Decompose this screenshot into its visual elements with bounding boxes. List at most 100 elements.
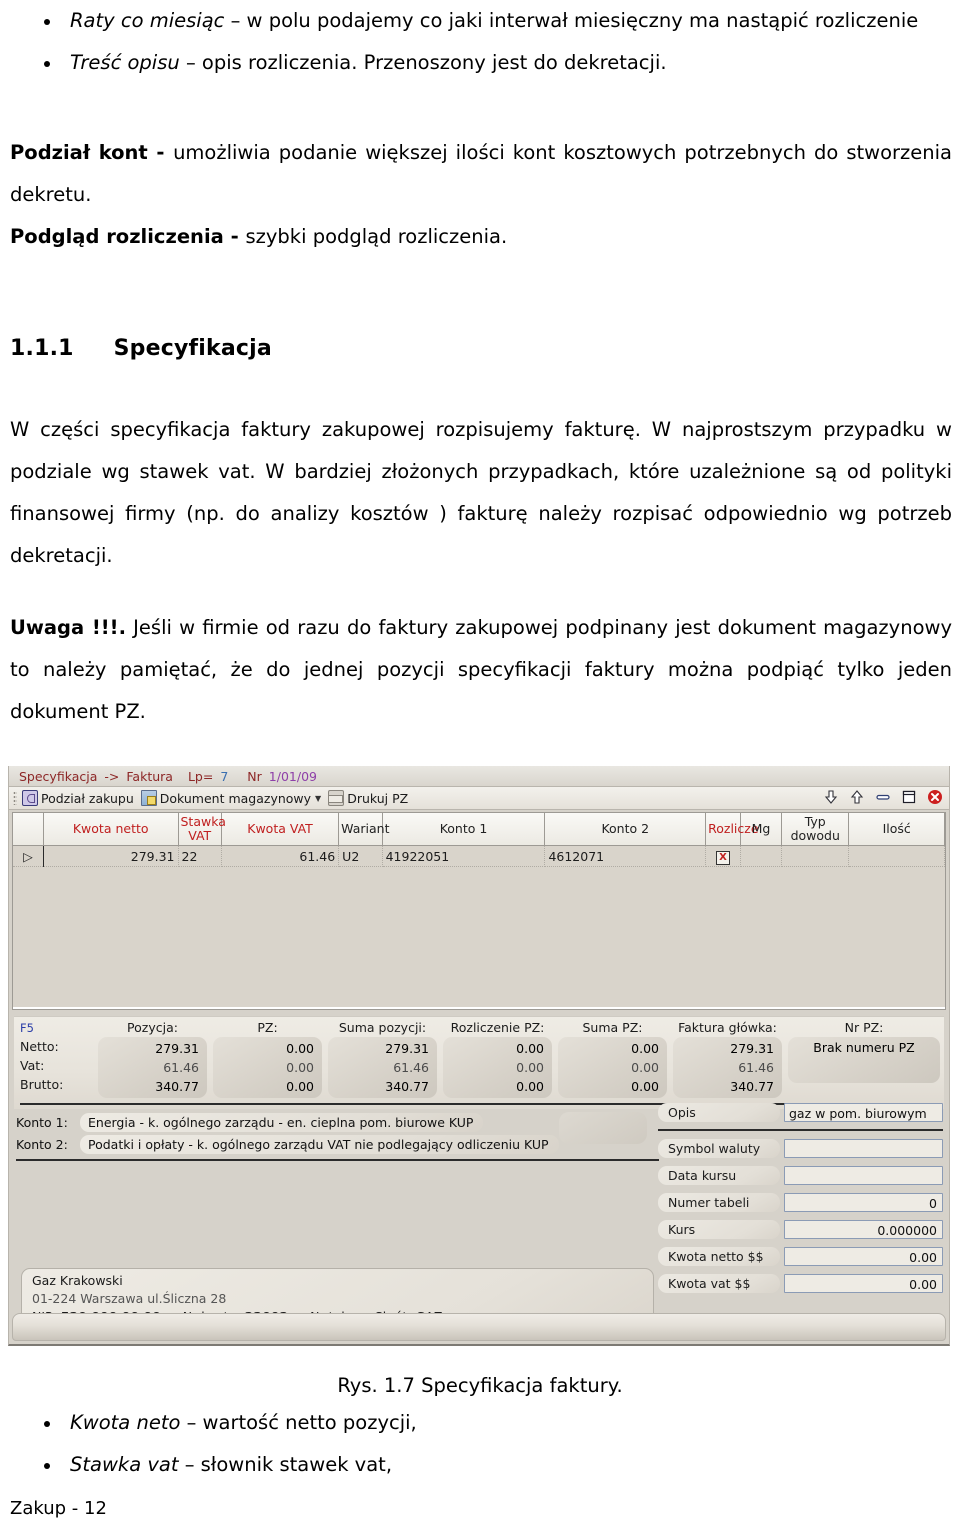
kwota-netto-waluta-input[interactable]: 0.00 <box>784 1247 943 1266</box>
cell-kwota-vat[interactable]: 61.46 <box>221 845 340 867</box>
totals-label-vat: Vat: <box>20 1058 45 1073</box>
paragraph-lead-in: Podgląd rozliczenia - <box>10 225 246 248</box>
field-label-data-kursu: Data kursu <box>658 1166 780 1185</box>
row-selector-arrow-icon[interactable]: ▷ <box>13 845 44 867</box>
print-icon <box>328 790 345 806</box>
field-symbol-waluty: Symbol waluty <box>658 1138 943 1159</box>
symbol-waluty-input[interactable] <box>784 1139 943 1158</box>
toolbar-button-label: Drukuj PZ <box>347 790 409 806</box>
totals-suma-pz-brutto: 0.00 <box>631 1079 659 1094</box>
grid-empty-area[interactable] <box>13 867 945 1007</box>
toolbar-button-dokument-magazynowy[interactable]: Dokument magazynowy ▼ <box>139 788 326 808</box>
totals-group-pozycja: 279.31 61.46 340.77 <box>98 1037 207 1098</box>
totals-header-nr-pz: Nr PZ: <box>844 1020 884 1035</box>
scroll-up-icon[interactable] <box>849 789 865 805</box>
figure-caption: Rys. 1.7 Specyfikacja faktury. <box>337 1374 623 1397</box>
cell-mg[interactable] <box>740 845 783 867</box>
toolbar-grip-handle[interactable] <box>13 791 17 805</box>
titlebar-lp-label: Lp= <box>187 768 214 784</box>
minimize-icon[interactable] <box>875 789 891 805</box>
totals-suma-pz-netto: 0.00 <box>631 1041 659 1056</box>
maximize-icon[interactable] <box>901 789 917 805</box>
column-header-kwota-netto[interactable]: Kwota netto <box>43 813 179 846</box>
section-title: Specyfikacja <box>113 336 272 361</box>
konta-side-button[interactable] <box>559 1112 647 1144</box>
totals-panel: F5 Pozycja: PZ: Suma pozycji: Rozliczeni… <box>14 1016 944 1109</box>
scroll-down-icon[interactable] <box>823 789 839 805</box>
opis-input[interactable]: gaz w pom. biurowym <box>784 1103 943 1122</box>
totals-pozycja-brutto: 340.77 <box>155 1079 199 1094</box>
chevron-down-icon[interactable]: ▼ <box>315 794 321 803</box>
konto-1-value[interactable]: Energia - k. ogólnego zarządu - en. ciep… <box>80 1112 484 1132</box>
column-header-konto-2[interactable]: Konto 2 <box>544 813 707 846</box>
totals-header-suma-pozycji: Suma pozycji: <box>338 1020 427 1035</box>
close-icon[interactable] <box>927 789 943 805</box>
titlebar-lp-value: 7 <box>220 768 229 784</box>
toolbar-button-podzial-zakupu[interactable]: Podział zakupu <box>20 788 139 808</box>
totals-label-netto: Netto: <box>20 1039 59 1054</box>
totals-group-faktura-glowka: 279.31 61.46 340.77 <box>673 1037 782 1098</box>
bottom-bullet-list: Kwota neto – wartość netto pozycji, Staw… <box>0 1402 960 1486</box>
document-body: Raty co miesiąc – w polu podajemy co jak… <box>0 0 960 733</box>
bullet-term: Raty co miesiąc <box>70 9 225 32</box>
paragraph-text: szybki podgląd rozliczenia. <box>245 225 508 248</box>
totals-rozliczenie-pz-vat: 0.00 <box>516 1060 544 1075</box>
konto-1-label: Konto 1: <box>16 1114 68 1130</box>
numer-tabeli-input[interactable]: 0 <box>784 1193 943 1212</box>
titlebar-nr-label: Nr <box>247 768 262 784</box>
cell-ilosc[interactable] <box>848 845 945 867</box>
totals-faktura-glowka-brutto: 340.77 <box>730 1079 774 1094</box>
column-header-kwota-vat[interactable]: Kwota VAT <box>221 813 340 846</box>
totals-group-pz: 0.00 0.00 0.00 <box>213 1037 322 1098</box>
field-label-kwota-vat-waluta: Kwota vat $$ <box>658 1274 780 1293</box>
cell-kwota-netto[interactable]: 279.31 <box>42 845 179 867</box>
totals-group-suma-pozycji: 279.31 61.46 340.77 <box>328 1037 437 1098</box>
list-item: Stawka vat – słownik stawek vat, <box>0 1444 960 1486</box>
fn-key-label: F5 <box>20 1021 34 1035</box>
titlebar-context: Faktura <box>126 768 173 784</box>
specification-grid[interactable]: Kwota netto Stawka VAT Kwota VAT Wariant… <box>12 812 946 1010</box>
field-label-kurs: Kurs <box>658 1220 780 1239</box>
field-opis: Opis gaz w pom. biurowym <box>658 1102 943 1123</box>
specification-table: Kwota netto Stawka VAT Kwota VAT Wariant… <box>13 813 945 867</box>
cell-stawka-vat[interactable]: 22 <box>178 845 222 867</box>
currency-fields-panel: Opis gaz w pom. biurowym Symbol waluty D… <box>658 1102 943 1300</box>
top-bullet-list: Raty co miesiąc – w polu podajemy co jak… <box>0 0 960 84</box>
kwota-vat-waluta-input[interactable]: 0.00 <box>784 1274 943 1293</box>
totals-pz-netto: 0.00 <box>286 1041 314 1056</box>
table-row[interactable]: ▷ 279.31 22 61.46 U2 41922051 4612071 X <box>13 845 945 867</box>
totals-suma-pz-vat: 0.00 <box>631 1060 659 1075</box>
paragraph-specyfikacja: W części specyfikacja faktury zakupowej … <box>10 418 952 567</box>
cell-konto-2[interactable]: 4612071 <box>544 845 707 867</box>
checkbox-checked-icon[interactable]: X <box>715 850 730 865</box>
vendor-name: Gaz Krakowski <box>32 1273 123 1288</box>
paragraph-lead-in: Uwaga !!!. <box>10 616 126 639</box>
column-header-wariant[interactable]: Wariant <box>338 813 390 846</box>
data-kursu-input[interactable] <box>784 1166 943 1185</box>
column-header-konto-1[interactable]: Konto 1 <box>382 813 546 846</box>
field-numer-tabeli: Numer tabeli 0 <box>658 1192 943 1213</box>
field-kwota-netto-waluta: Kwota netto $$ 0.00 <box>658 1246 943 1267</box>
cell-konto-1[interactable]: 41922051 <box>382 845 546 867</box>
field-label-kwota-netto-waluta: Kwota netto $$ <box>658 1247 780 1266</box>
kurs-input[interactable]: 0.000000 <box>784 1220 943 1239</box>
column-header-stawka-vat[interactable]: Stawka VAT <box>178 813 226 846</box>
toolbar-button-drukuj-pz[interactable]: Drukuj PZ <box>326 788 413 808</box>
column-header-ilosc[interactable]: Ilość <box>848 813 945 846</box>
totals-rozliczenie-pz-brutto: 0.00 <box>516 1079 544 1094</box>
cell-wariant[interactable]: U2 <box>338 845 383 867</box>
column-header-typ-dowodu[interactable]: Typ dowodu <box>781 813 850 846</box>
konto-2-value[interactable]: Podatki i opłaty - k. ogólnego zarządu V… <box>80 1134 559 1154</box>
section-heading: 1.1.1 Specyfikacja <box>0 336 960 361</box>
column-header-selector[interactable] <box>13 813 44 846</box>
paragraph-uwaga: Uwaga !!!. Jeśli w firmie od razu do fak… <box>0 607 960 733</box>
totals-pz-brutto: 0.00 <box>286 1079 314 1094</box>
cell-rozlicze[interactable]: X <box>705 845 741 867</box>
field-label-opis: Opis <box>658 1103 780 1122</box>
window-toolbar: Podział zakupu Dokument magazynowy ▼ Dru… <box>9 787 949 810</box>
field-label-numer-tabeli: Numer tabeli <box>658 1193 780 1212</box>
section-number: 1.1.1 <box>10 336 74 361</box>
window-status-bar <box>12 1313 946 1341</box>
cell-typ-dowodu[interactable] <box>781 845 850 867</box>
column-header-rozlicze[interactable]: Rozlicze <box>705 813 759 846</box>
